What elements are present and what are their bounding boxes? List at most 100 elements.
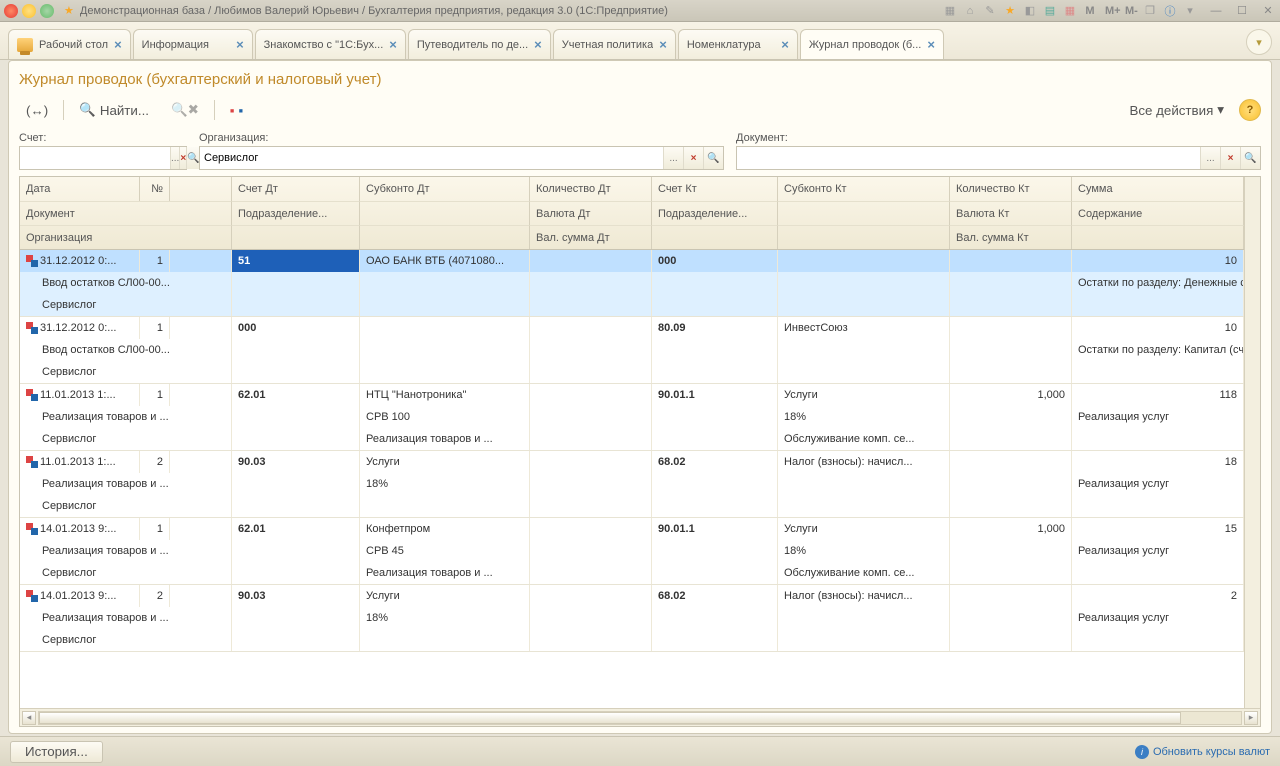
tab-close-icon[interactable]: × (114, 37, 122, 52)
doc-clear-button[interactable]: × (1220, 147, 1240, 169)
grid-body[interactable]: 31.12.2012 0:...151ОАО БАНК ВТБ (4071080… (20, 250, 1260, 708)
tb-icon-5[interactable]: ◧ (1022, 4, 1038, 17)
cell (530, 339, 652, 361)
org-clear-button[interactable]: × (683, 147, 703, 169)
org-search-button[interactable]: 🔍 (703, 147, 723, 169)
account-search-button[interactable]: 🔍 (186, 147, 199, 169)
tb-icon-2[interactable]: ⌂ (962, 5, 978, 17)
cell-sum: 15 (1072, 518, 1244, 540)
clear-find-button[interactable]: 🔍✖ (164, 98, 206, 122)
doc-select-button[interactable]: ... (1200, 147, 1220, 169)
col-cur-dt[interactable]: Валюта Дт (530, 201, 652, 225)
col-sub-dt[interactable]: Субконто Дт (360, 177, 530, 201)
tab-close-icon[interactable]: × (927, 37, 935, 52)
tab-policy[interactable]: Учетная политика × (553, 29, 676, 59)
filter-label-doc: Документ: (736, 132, 1261, 144)
col-sub-kt[interactable]: Субконто Кт (778, 177, 950, 201)
update-rates-link[interactable]: Обновить курсы валют (1135, 745, 1270, 759)
filter-label-account: Счет: (19, 132, 187, 144)
col-dt[interactable]: Счет Дт (232, 177, 360, 201)
tab-close-icon[interactable]: × (781, 37, 789, 52)
tab-info[interactable]: Информация × (133, 29, 253, 59)
col-qty-dt[interactable]: Количество Дт (530, 177, 652, 201)
col-date[interactable]: Дата (20, 177, 140, 201)
scroll-thumb[interactable] (39, 712, 1181, 724)
tb-star-icon[interactable]: ★ (1002, 4, 1018, 17)
col-dept-dt[interactable]: Подразделение... (232, 201, 360, 225)
win-minimize-icon[interactable]: — (1208, 5, 1224, 17)
scroll-track[interactable] (38, 711, 1242, 725)
vertical-scrollbar[interactable] (1244, 177, 1260, 708)
scroll-right-button[interactable]: ▸ (1244, 711, 1258, 725)
col-qty-kt[interactable]: Количество Кт (950, 177, 1072, 201)
tb-copy-icon[interactable]: ❐ (1142, 4, 1158, 17)
m-plus-button[interactable]: M+ (1102, 5, 1118, 17)
doc-input[interactable] (737, 147, 1200, 169)
expand-button[interactable]: (↔) (19, 98, 55, 122)
tb-dropdown-icon[interactable]: ▾ (1182, 4, 1198, 17)
tb-icon-3[interactable]: ✎ (982, 4, 998, 17)
tab-guide[interactable]: Путеводитель по де... × (408, 29, 551, 59)
tab-intro[interactable]: Знакомство с "1С:Бух... × (255, 29, 406, 59)
tab-label: Учетная политика (562, 39, 653, 51)
col-sum[interactable]: Сумма (1072, 177, 1244, 201)
star-icon[interactable]: ★ (64, 4, 74, 17)
sys-close-icon[interactable] (4, 4, 18, 18)
main-panel: Журнал проводок (бухгалтерский и налогов… (8, 60, 1272, 734)
col-kt[interactable]: Счет Кт (652, 177, 778, 201)
tab-journal[interactable]: Журнал проводок (б... × (800, 29, 944, 59)
tb-icon-1[interactable]: ▦ (942, 4, 958, 17)
col-doc[interactable]: Документ (20, 201, 232, 225)
history-button[interactable]: История... (10, 741, 103, 763)
desktop-icon (17, 38, 33, 52)
tab-close-icon[interactable]: × (389, 37, 397, 52)
account-input[interactable] (20, 147, 170, 169)
sys-min-icon[interactable] (22, 4, 36, 18)
doc-search-button[interactable]: 🔍 (1240, 147, 1260, 169)
tab-close-icon[interactable]: × (534, 37, 542, 52)
tab-close-icon[interactable]: × (236, 37, 244, 52)
table-row[interactable]: 31.12.2012 0:...100080.09ИнвестСоюз10Вво… (20, 317, 1260, 384)
win-close-icon[interactable]: ✕ (1260, 4, 1276, 17)
cell-org: Сервислог (20, 562, 232, 584)
table-row[interactable]: 14.01.2013 9:...290.03Услуги68.02Налог (… (20, 585, 1260, 652)
table-row[interactable]: 11.01.2013 1:...162.01НТЦ "Нанотроника"9… (20, 384, 1260, 451)
col-dept-kt[interactable]: Подразделение... (652, 201, 778, 225)
tab-close-icon[interactable]: × (659, 37, 667, 52)
m-button[interactable]: M (1082, 5, 1098, 17)
col-num[interactable]: № (140, 177, 170, 201)
sys-max-icon[interactable] (40, 4, 54, 18)
cell (530, 562, 652, 584)
col-valsum-kt[interactable]: Вал. сумма Кт (950, 225, 1072, 249)
tabs-overflow-button[interactable]: ▾ (1246, 29, 1272, 55)
find-button[interactable]: 🔍Найти... (72, 98, 156, 122)
table-row[interactable]: 11.01.2013 1:...290.03Услуги68.02Налог (… (20, 451, 1260, 518)
cell-date: 31.12.2012 0:... (20, 317, 140, 339)
cell: Остатки по разделу: Капитал (счета 80-86… (1072, 339, 1244, 361)
tb-calendar-icon[interactable]: ▦ (1062, 4, 1078, 17)
m-minus-button[interactable]: M- (1122, 5, 1138, 17)
statusbar: История... Обновить курсы валют (0, 736, 1280, 766)
org-select-button[interactable]: ... (663, 147, 683, 169)
tb-info-icon[interactable]: ⓘ (1162, 3, 1178, 19)
table-row[interactable]: 31.12.2012 0:...151ОАО БАНК ВТБ (4071080… (20, 250, 1260, 317)
all-actions-button[interactable]: Все действия ▾ (1122, 98, 1231, 122)
cell (232, 629, 360, 651)
table-row[interactable]: 14.01.2013 9:...162.01Конфетпром90.01.1У… (20, 518, 1260, 585)
filters-row: Счет: ... × 🔍 Организация: ... × 🔍 Докум… (19, 132, 1261, 170)
tb-calc-icon[interactable]: ▤ (1042, 4, 1058, 17)
account-select-button[interactable]: ... (170, 147, 179, 169)
dt-kt-button[interactable]: ▪▪ (223, 98, 250, 122)
horizontal-scrollbar[interactable]: ◂ ▸ (20, 708, 1260, 726)
org-input[interactable] (200, 147, 663, 169)
tab-desktop[interactable]: Рабочий стол × (8, 29, 131, 59)
col-content[interactable]: Содержание (1072, 201, 1244, 225)
account-clear-button[interactable]: × (179, 147, 186, 169)
scroll-left-button[interactable]: ◂ (22, 711, 36, 725)
col-valsum-dt[interactable]: Вал. сумма Дт (530, 225, 652, 249)
help-button[interactable]: ? (1239, 99, 1261, 121)
tab-nomenclature[interactable]: Номенклатура × (678, 29, 798, 59)
col-org[interactable]: Организация (20, 225, 232, 249)
col-cur-kt[interactable]: Валюта Кт (950, 201, 1072, 225)
win-restore-icon[interactable]: ☐ (1234, 4, 1250, 17)
